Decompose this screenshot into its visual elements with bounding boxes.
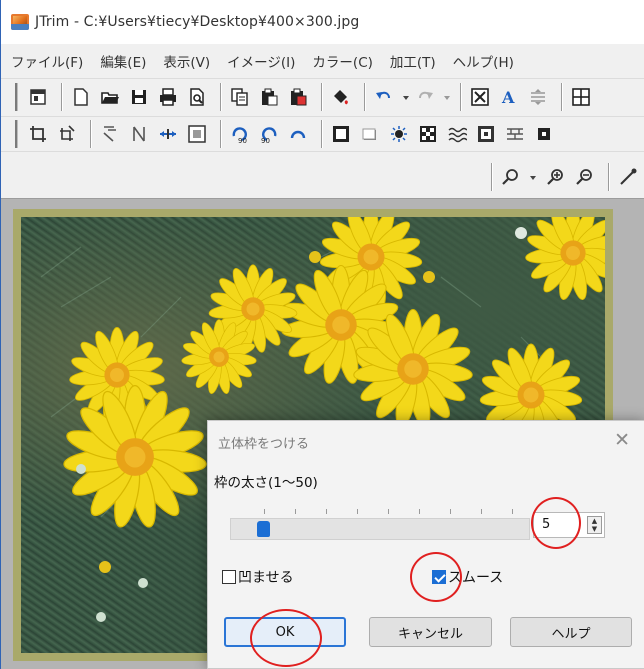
eyedropper-icon[interactable] (616, 164, 640, 190)
toolbar-zoom (1, 156, 644, 198)
wave-icon[interactable] (445, 121, 469, 147)
fill-icon[interactable] (329, 84, 353, 110)
slider-thumb[interactable] (257, 521, 270, 537)
app-window: JTrim - C:¥Users¥tiecy¥Desktop¥400×300.j… (0, 0, 644, 669)
toolbar-grip[interactable] (15, 82, 18, 111)
print-icon[interactable] (156, 84, 180, 110)
rotate-90-left-icon[interactable]: 90 (257, 121, 281, 147)
crop-icon[interactable] (26, 121, 50, 147)
center-icon[interactable] (156, 121, 180, 147)
slider-track[interactable] (230, 518, 530, 540)
frame-icon[interactable] (474, 121, 498, 147)
spin-buttons[interactable]: ▲ ▼ (587, 516, 602, 534)
slider-tick (357, 509, 358, 514)
svg-text:90: 90 (238, 137, 247, 144)
toolbar-separator (608, 163, 610, 191)
auto-crop-icon[interactable] (55, 121, 79, 147)
toolbar-separator (491, 163, 493, 191)
thickness-label: 枠の太さ(1〜50) (214, 475, 318, 491)
menu-help[interactable]: ヘルプ(H) (453, 51, 514, 71)
save-icon[interactable] (127, 84, 151, 110)
jtrim-app-icon (11, 14, 29, 30)
menu-file[interactable]: ファイル(F) (11, 51, 83, 71)
grid-icon[interactable] (569, 84, 593, 110)
cancel-button[interactable]: キャンセル (369, 617, 492, 647)
redo-icon[interactable] (413, 84, 437, 110)
svg-text:A: A (501, 88, 515, 107)
window-title: JTrim - C:¥Users¥tiecy¥Desktop¥400×300.j… (35, 14, 360, 30)
slider-tick (326, 509, 327, 514)
glow-icon[interactable] (387, 121, 411, 147)
chevron-down-icon[interactable] (528, 164, 538, 190)
flip-vertical-icon[interactable] (127, 121, 151, 147)
spin-up-icon[interactable]: ▲ (588, 517, 601, 525)
chevron-down-icon[interactable] (401, 84, 411, 110)
print-preview-icon[interactable] (185, 84, 209, 110)
shadow-icon[interactable] (358, 121, 382, 147)
canvas-size-icon[interactable] (185, 121, 209, 147)
toolbar-grip[interactable] (15, 120, 18, 148)
toolbar-effects: 90 90 (1, 116, 644, 152)
toolbar-separator (561, 82, 563, 111)
resize-icon[interactable] (468, 84, 492, 110)
annotation-circle-value (531, 497, 581, 549)
spin-down-icon[interactable]: ▼ (588, 525, 601, 533)
brick-icon[interactable] (503, 121, 527, 147)
chevron-down-icon[interactable] (442, 84, 452, 110)
slider-tick (388, 509, 389, 514)
text-icon[interactable]: A (497, 84, 521, 110)
slider-tick (264, 509, 265, 514)
undo-icon[interactable] (372, 84, 396, 110)
sharpen-icon[interactable] (532, 121, 556, 147)
mosaic-icon[interactable] (416, 121, 440, 147)
slider-tick (419, 509, 420, 514)
paste-icon[interactable] (257, 84, 281, 110)
new-window-icon[interactable] (26, 84, 50, 110)
svg-text:90: 90 (261, 137, 270, 144)
toolbar-separator (321, 120, 323, 148)
open-folder-icon[interactable] (98, 84, 122, 110)
emboss-checkbox[interactable]: 凹ませる (222, 567, 294, 587)
zoom-menu-icon[interactable] (499, 164, 523, 190)
toolbar-separator (90, 120, 92, 148)
zoom-out-icon[interactable] (573, 164, 597, 190)
toolbar-separator (220, 82, 222, 111)
zoom-in-icon[interactable] (544, 164, 568, 190)
menu-image[interactable]: イメージ(I) (227, 51, 295, 71)
menu-bar: ファイル(F) 編集(E) 表示(V) イメージ(I) カラー(C) 加工(T)… (1, 48, 644, 74)
slider-tick (512, 509, 513, 514)
toolbar-separator (460, 82, 462, 111)
slider-tick (295, 509, 296, 514)
title-bar: JTrim - C:¥Users¥tiecy¥Desktop¥400×300.j… (1, 0, 644, 44)
copy-icon[interactable] (228, 84, 252, 110)
close-icon[interactable]: ✕ (614, 429, 630, 451)
thickness-slider[interactable] (224, 501, 530, 541)
menu-process[interactable]: 加工(T) (390, 51, 436, 71)
toolbar-main: A (1, 78, 644, 114)
toolbar-separator (321, 82, 323, 111)
rotate-180-icon[interactable] (286, 121, 310, 147)
menu-color[interactable]: カラー(C) (312, 51, 372, 71)
line-icon[interactable] (526, 84, 550, 110)
toolbar-separator (220, 120, 222, 148)
annotation-circle-smooth (410, 552, 462, 602)
dialog-title: 立体枠をつける (218, 437, 310, 452)
emboss-icon[interactable] (329, 121, 353, 147)
menu-edit[interactable]: 編集(E) (100, 51, 146, 71)
annotation-circle-ok (250, 609, 322, 667)
emboss-checkbox-box[interactable] (222, 570, 236, 584)
new-file-icon[interactable] (69, 84, 93, 110)
paste-new-icon[interactable] (286, 84, 310, 110)
flip-horizontal-icon[interactable] (98, 121, 122, 147)
rotate-90-right-icon[interactable]: 90 (228, 121, 252, 147)
toolbar-separator (364, 82, 366, 111)
emboss-checkbox-label: 凹ませる (238, 570, 294, 586)
menu-view[interactable]: 表示(V) (163, 51, 210, 71)
toolbar-separator (61, 82, 63, 111)
slider-tick (481, 509, 482, 514)
slider-tick (450, 509, 451, 514)
help-button[interactable]: ヘルプ (510, 617, 632, 647)
